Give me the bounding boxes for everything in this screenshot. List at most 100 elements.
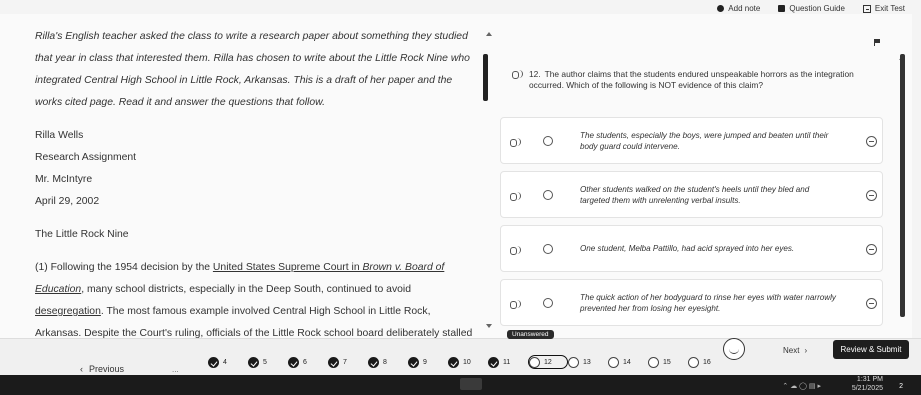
eliminate-option-icon[interactable] (866, 190, 877, 201)
question-nav-number: 16 (703, 358, 711, 366)
question-nav-number: 5 (263, 358, 267, 366)
top-toolbar: Add note Question Guide Exit Test (717, 4, 905, 13)
clock-date: 5/21/2025 (851, 385, 883, 392)
chevron-left-icon: ‹ (80, 364, 83, 374)
question-guide-label: Question Guide (789, 4, 845, 13)
clock-time: 1:31 PM (856, 376, 883, 383)
radio-button[interactable] (543, 244, 553, 254)
question-nav-7[interactable]: 7 (328, 355, 368, 369)
review-submit-button[interactable]: Review & Submit (833, 340, 909, 359)
question-nav-number: 10 (463, 358, 471, 366)
option-text: The quick action of her bodyguard to rin… (580, 292, 836, 313)
question-nav-9[interactable]: 9 (408, 355, 448, 369)
system-tray-icons[interactable]: ⌃ ☁ ◯ ▤ ▸ (782, 382, 821, 390)
notification-count[interactable]: 2 (899, 383, 903, 390)
eliminate-option-icon[interactable] (866, 298, 877, 309)
question-nav-number: 6 (303, 358, 307, 366)
passage-author: Rilla Wells (35, 130, 84, 141)
question-nav-number: 7 (343, 358, 347, 366)
question-nav-14[interactable]: 14 (608, 355, 648, 369)
speaker-icon[interactable] (510, 300, 521, 309)
unanswered-circle-icon (648, 356, 659, 368)
unanswered-circle-icon (688, 356, 699, 368)
answered-check-icon (448, 356, 459, 368)
answered-check-icon (408, 356, 419, 368)
passage-scroll-down-icon[interactable] (486, 324, 492, 328)
flag-icon[interactable] (874, 39, 880, 46)
next-button[interactable]: Next › (783, 346, 807, 355)
add-note-button[interactable]: Add note (717, 4, 760, 13)
answer-option-a[interactable]: The students, especially the boys, were … (500, 117, 883, 164)
question-nav-8[interactable]: 8 (368, 355, 408, 369)
answered-check-icon (328, 356, 339, 368)
question-nav-16[interactable]: 16 (688, 355, 728, 369)
next-label: Next (783, 346, 800, 355)
question-nav-12[interactable]: 12 (528, 355, 568, 369)
speaker-icon[interactable] (510, 246, 521, 255)
radio-button[interactable] (543, 136, 553, 146)
smiley-face-icon[interactable] (723, 338, 745, 360)
passage-intro: Rilla's English teacher asked the class … (35, 31, 470, 108)
question-nav-number: 13 (583, 358, 591, 366)
previous-button[interactable]: ‹ Previous (80, 364, 124, 374)
chevron-right-icon: › (804, 346, 808, 355)
question-nav-5[interactable]: 5 (248, 355, 288, 369)
question-nav-15[interactable]: 15 (648, 355, 688, 369)
unanswered-circle-icon (608, 356, 619, 368)
option-text: The students, especially the boys, were … (580, 130, 829, 151)
question-nav-6[interactable]: 6 (288, 355, 328, 369)
question-nav-number: 11 (503, 358, 511, 366)
passage-teacher: Mr. McIntyre (35, 174, 93, 185)
answer-option-c[interactable]: One student, Melba Pattillo, had acid sp… (500, 225, 883, 272)
answer-options: The students, especially the boys, were … (500, 117, 883, 333)
question-nav-number: 12 (544, 358, 552, 366)
add-note-label: Add note (728, 4, 761, 13)
exit-test-label: Exit Test (874, 4, 905, 13)
unanswered-circle-icon (529, 356, 540, 368)
question-guide-button[interactable]: Question Guide (778, 4, 845, 13)
speaker-icon[interactable] (512, 70, 523, 79)
answered-check-icon (288, 356, 299, 368)
question-nav-11[interactable]: 11 (488, 355, 528, 369)
speaker-icon[interactable] (510, 138, 521, 147)
taskbar-clock[interactable]: 1:31 PM 5/21/2025 (852, 375, 883, 393)
question-nav-number: 14 (623, 358, 631, 366)
answer-option-b[interactable]: Other students walked on the student's h… (500, 171, 883, 218)
passage-scrollbar[interactable] (483, 54, 488, 101)
option-text: One student, Melba Pattillo, had acid sp… (580, 244, 795, 253)
guide-icon (778, 5, 786, 12)
question-stem: 12. The author claims that the students e… (512, 69, 862, 91)
eliminate-option-icon[interactable] (866, 136, 877, 147)
answered-check-icon (208, 356, 219, 368)
question-nav-13[interactable]: 13 (568, 355, 608, 369)
radio-button[interactable] (543, 190, 553, 200)
speaker-icon[interactable] (510, 192, 521, 201)
answered-check-icon (488, 356, 499, 368)
answer-option-d[interactable]: The quick action of her bodyguard to rin… (500, 279, 883, 326)
question-nav-10[interactable]: 10 (448, 355, 488, 369)
more-questions-ellipsis[interactable]: ... (172, 365, 179, 374)
taskbar-app-icon[interactable] (460, 378, 482, 390)
passage-scroll-up-icon[interactable] (486, 32, 492, 36)
test-content-area: Rilla's English teacher asked the class … (0, 14, 912, 383)
question-text: The author claims that the students endu… (529, 69, 854, 90)
highlight-link-desegregation[interactable]: desegregation (35, 306, 101, 317)
exit-test-button[interactable]: Exit Test (862, 4, 905, 13)
question-nav-number: 8 (383, 358, 387, 366)
add-note-icon (717, 5, 725, 12)
exit-icon (862, 4, 871, 13)
question-scrollbar[interactable] (900, 54, 905, 317)
option-text: Other students walked on the student's h… (580, 184, 810, 205)
question-nav-number: 4 (223, 358, 227, 366)
answered-check-icon (368, 356, 379, 368)
unanswered-tooltip: Unanswered (507, 330, 554, 339)
question-number-list: 4 5 6 7 8 9 10 11 12 13 14 15 16 (208, 355, 728, 369)
radio-button[interactable] (543, 298, 553, 308)
answered-check-icon (248, 356, 259, 368)
reading-passage[interactable]: Rilla's English teacher asked the class … (35, 26, 475, 389)
os-taskbar: ⌃ ☁ ◯ ▤ ▸ 1:31 PM 5/21/2025 2 (0, 375, 921, 395)
question-nav-number: 15 (663, 358, 671, 366)
question-nav-4[interactable]: 4 (208, 355, 248, 369)
eliminate-option-icon[interactable] (866, 244, 877, 255)
question-navigation-bar: ‹ Previous ... 4 5 6 7 8 9 10 11 12 13 14 15 16 (0, 338, 921, 375)
